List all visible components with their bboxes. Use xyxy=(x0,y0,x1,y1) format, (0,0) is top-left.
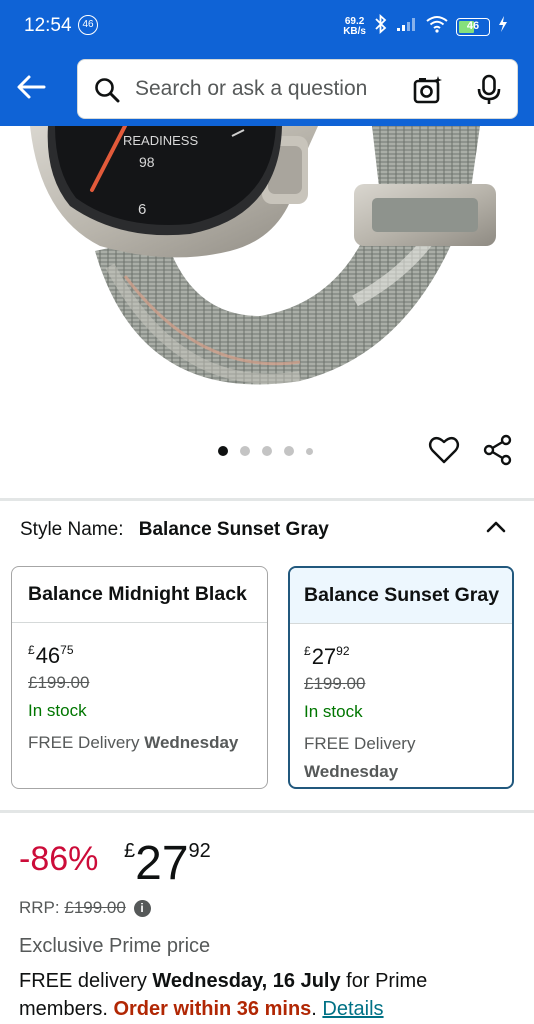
info-icon[interactable]: i xyxy=(133,900,151,917)
style-option-sunset-gray[interactable]: Balance Sunset Gray £2792 £199.00 In sto… xyxy=(288,566,514,789)
status-time: 12:54 xyxy=(24,15,72,36)
carousel-dot[interactable] xyxy=(284,446,294,456)
bluetooth-icon xyxy=(374,13,388,39)
watch-readiness-label: READINESS xyxy=(123,133,198,148)
app-header: 12:54 46 69.2 KB/s 46 Search or ask a qu… xyxy=(0,0,534,126)
section-divider xyxy=(0,810,534,813)
chevron-up-icon[interactable] xyxy=(484,515,508,544)
option-stock-status: In stock xyxy=(28,701,87,720)
network-speed: 69.2 KB/s xyxy=(343,15,366,37)
wishlist-heart-icon[interactable] xyxy=(428,434,460,471)
charging-icon xyxy=(498,16,508,37)
watch-readiness-value: 98 xyxy=(139,154,155,170)
option-price: £4675 xyxy=(28,643,74,668)
image-carousel-dots[interactable] xyxy=(218,446,313,456)
style-name-row: Style Name: Balance Sunset Gray xyxy=(20,519,329,541)
carousel-dot[interactable] xyxy=(306,447,313,455)
wifi-icon xyxy=(426,15,448,38)
option-was-price: £199.00 xyxy=(304,674,366,693)
option-delivery: FREE Delivery Wednesday xyxy=(28,733,239,752)
price-fraction: 92 xyxy=(188,840,211,862)
search-icon[interactable] xyxy=(94,77,120,108)
search-input[interactable]: Search or ask a question xyxy=(77,59,518,119)
carousel-dot[interactable] xyxy=(240,446,250,456)
option-delivery: FREE Delivery Wednesday xyxy=(304,734,416,781)
network-badge: 46 xyxy=(78,15,98,35)
option-price: £2792 xyxy=(304,644,350,669)
search-placeholder: Search or ask a question xyxy=(135,77,368,100)
carousel-dot[interactable] xyxy=(262,446,272,456)
share-icon[interactable] xyxy=(482,434,514,471)
watch-dial-number: 6 xyxy=(138,201,146,218)
option-name: Balance Midnight Black xyxy=(12,567,267,623)
carousel-dot[interactable] xyxy=(218,446,228,456)
section-divider xyxy=(0,498,534,501)
price-currency: £ xyxy=(124,840,136,862)
details-link[interactable]: Details xyxy=(322,998,383,1020)
network-speed-value: 69.2 xyxy=(344,15,365,27)
style-name-label: Style Name: xyxy=(20,519,124,540)
discount-percentage: -86% xyxy=(19,840,99,878)
rrp-value: £199.00 xyxy=(64,898,126,917)
status-bar: 12:54 46 69.2 KB/s 46 xyxy=(0,0,534,52)
prime-price-note: Exclusive Prime price xyxy=(19,935,211,957)
option-name: Balance Sunset Gray xyxy=(290,568,512,624)
order-countdown: Order within 36 mins xyxy=(113,998,312,1020)
delivery-message: FREE delivery Wednesday, 16 July for Pri… xyxy=(19,970,428,1020)
battery-icon: 46 xyxy=(456,17,490,36)
rrp-label: RRP: xyxy=(19,898,60,917)
delivery-date: Wednesday, 16 July xyxy=(152,970,341,992)
battery-level: 46 xyxy=(466,19,480,32)
style-option-midnight-black[interactable]: Balance Midnight Black £4675 £199.00 In … xyxy=(11,566,268,789)
rrp-row: RRP: £199.00 i xyxy=(19,898,151,918)
network-speed-unit: KB/s xyxy=(343,25,366,37)
camera-lens-icon[interactable] xyxy=(412,74,444,111)
option-was-price: £199.00 xyxy=(28,673,90,692)
microphone-icon[interactable] xyxy=(476,74,502,111)
current-price: £2792 xyxy=(124,836,211,891)
style-name-value: Balance Sunset Gray xyxy=(138,519,329,540)
product-image[interactable]: READINESS 98 6 xyxy=(0,126,534,426)
option-stock-status: In stock xyxy=(304,702,363,721)
back-arrow-icon[interactable] xyxy=(14,70,48,104)
price-whole: 27 xyxy=(135,837,189,890)
watch-illustration: READINESS 98 6 xyxy=(30,126,496,385)
status-icons: 69.2 KB/s 46 xyxy=(343,13,508,39)
signal-icon xyxy=(396,16,418,37)
